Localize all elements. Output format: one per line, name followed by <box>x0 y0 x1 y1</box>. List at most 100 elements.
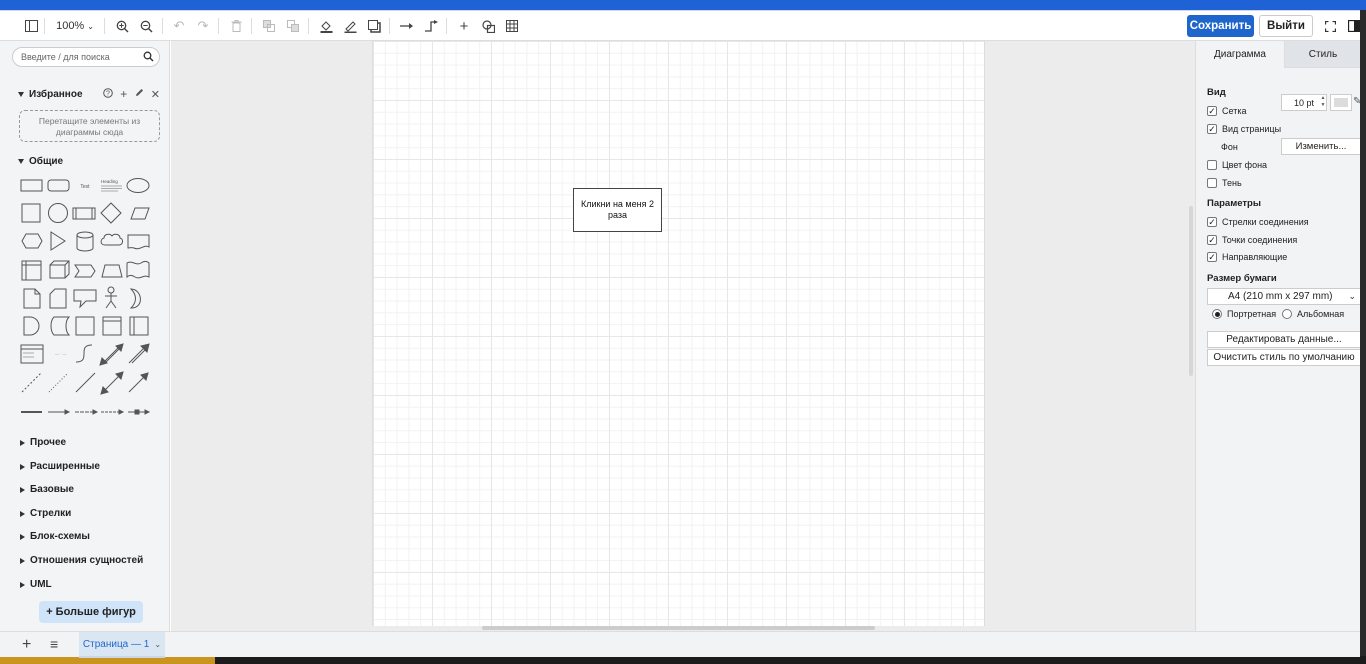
shadow-option[interactable]: Тень <box>1207 178 1242 188</box>
shape-connector-with-label[interactable] <box>48 409 71 415</box>
section-uml[interactable]: UML <box>20 579 52 590</box>
page-tab[interactable]: Страница — 1 ⌄ <box>79 632 165 658</box>
zoom-dropdown[interactable]: 100% ⌄ <box>52 16 98 36</box>
diagram-canvas[interactable]: Кликни на меня 2 раза <box>171 41 1195 631</box>
to-back-icon[interactable] <box>283 16 303 36</box>
page-view-checkbox[interactable]: ✓ <box>1207 124 1217 134</box>
portrait-option[interactable]: Портретная <box>1212 309 1276 319</box>
shape-connector-with-2-labels[interactable] <box>75 409 99 415</box>
shape-circle[interactable] <box>48 203 68 223</box>
background-change-button[interactable]: Изменить... <box>1281 138 1360 155</box>
shape-dashed-line[interactable] <box>21 372 42 393</box>
shape-tape[interactable] <box>126 261 150 279</box>
shape-hexagon[interactable] <box>21 233 43 249</box>
horizontal-scrollbar[interactable] <box>482 626 875 630</box>
shape-dotted-line[interactable] <box>48 372 69 393</box>
pencil-icon[interactable]: ✎ <box>1353 96 1360 107</box>
pages-menu-icon[interactable]: ≡ <box>50 636 58 652</box>
shape-bidirectional-connector[interactable] <box>100 371 124 395</box>
to-front-icon[interactable] <box>259 16 279 36</box>
shape-note[interactable] <box>23 288 41 309</box>
grid-size-spinner[interactable]: ▲ ▼ <box>1320 95 1326 110</box>
shape-rectangle[interactable] <box>20 179 43 192</box>
shape-card[interactable] <box>49 288 67 309</box>
shape-step[interactable] <box>74 264 96 278</box>
section-flowchart[interactable]: Блок-схемы <box>20 531 90 542</box>
shape-ellipse[interactable] <box>126 178 150 193</box>
tab-style[interactable]: Стиль <box>1284 41 1360 68</box>
guides-checkbox[interactable]: ✓ <box>1207 252 1217 262</box>
section-basic[interactable]: Базовые <box>20 484 74 495</box>
shape-list-item[interactable]: — · — <box>55 351 67 356</box>
shape-parallelogram[interactable] <box>130 207 150 220</box>
line-color-icon[interactable] <box>340 16 360 36</box>
favorites-header[interactable]: Избранное <box>18 89 83 100</box>
shape-bidirectional-arrow[interactable] <box>99 343 124 366</box>
add-page-icon[interactable]: + <box>22 636 31 654</box>
shape-or[interactable] <box>129 288 141 309</box>
bg-color-checkbox[interactable] <box>1207 160 1217 170</box>
diagram-shape-box[interactable]: Кликни на меня 2 раза <box>573 188 662 232</box>
shape-directional-connector[interactable] <box>128 372 149 393</box>
fill-color-icon[interactable] <box>316 16 336 36</box>
paper-size-select[interactable]: A4 (210 mm x 297 mm) ⌄ <box>1207 288 1360 305</box>
general-header[interactable]: Общие <box>18 156 63 167</box>
shape-container[interactable] <box>75 316 95 336</box>
section-advanced[interactable]: Расширенные <box>20 461 100 472</box>
delete-icon[interactable] <box>226 16 246 36</box>
connection-arrow-icon[interactable] <box>397 16 417 36</box>
diagram-page[interactable]: Кликни на меня 2 раза <box>372 41 985 626</box>
add-icon[interactable]: + <box>120 87 127 101</box>
shape-process[interactable] <box>72 207 96 220</box>
clear-default-style-button[interactable]: Очистить стиль по умолчанию <box>1207 349 1360 366</box>
edit-data-button[interactable]: Редактировать данные... <box>1207 331 1360 348</box>
fullscreen-icon[interactable] <box>1320 16 1340 36</box>
shape-cloud[interactable] <box>100 233 123 246</box>
shape-connector-with-3-labels[interactable] <box>101 409 125 415</box>
search-icon[interactable] <box>143 51 154 65</box>
shape-swimlane-vertical[interactable] <box>129 316 149 336</box>
shadow-icon[interactable] <box>364 16 384 36</box>
grid-option[interactable]: ✓ Сетка <box>1207 106 1246 116</box>
search-input[interactable] <box>21 50 141 64</box>
shape-rounded-rectangle[interactable] <box>47 179 70 192</box>
connection-arrows-checkbox[interactable]: ✓ <box>1207 217 1217 227</box>
shape-internal-storage[interactable] <box>21 260 42 281</box>
shape-square[interactable] <box>21 203 41 223</box>
shapes-icon[interactable] <box>478 16 498 36</box>
landscape-radio[interactable] <box>1282 309 1292 319</box>
section-arrows[interactable]: Стрелки <box>20 508 71 519</box>
shape-connector-with-symbol[interactable] <box>128 409 151 415</box>
section-other[interactable]: Прочее <box>20 437 66 448</box>
zoom-out-icon[interactable] <box>136 16 156 36</box>
tab-diagram[interactable]: Диаграмма <box>1196 41 1284 68</box>
guides-option[interactable]: ✓ Направляющие <box>1207 252 1287 262</box>
exit-button[interactable]: Выйти <box>1259 15 1313 37</box>
shape-cylinder[interactable] <box>76 231 94 252</box>
shape-list[interactable] <box>20 344 44 364</box>
grid-checkbox[interactable]: ✓ <box>1207 106 1217 116</box>
shape-curve[interactable] <box>75 344 93 363</box>
more-shapes-button[interactable]: + Больше фигур <box>39 601 143 623</box>
landscape-option[interactable]: Альбомная <box>1282 309 1344 319</box>
shape-textbox[interactable]: Heading <box>101 179 122 192</box>
toggle-sidebar-icon[interactable] <box>21 16 41 36</box>
help-icon[interactable]: ? <box>103 87 113 101</box>
shape-line[interactable] <box>75 372 96 393</box>
vertical-scrollbar[interactable] <box>1189 206 1193 376</box>
connection-arrows-option[interactable]: ✓ Стрелки соединения <box>1207 217 1309 227</box>
page-view-option[interactable]: ✓ Вид страницы <box>1207 124 1281 134</box>
shape-swimlane-horizontal[interactable] <box>102 316 122 336</box>
redo-icon[interactable]: ↷ <box>193 16 213 36</box>
shape-text[interactable]: Text <box>80 184 90 190</box>
shape-cube[interactable] <box>49 260 70 279</box>
shape-stored-data[interactable] <box>50 316 71 336</box>
waypoints-icon[interactable] <box>421 16 441 36</box>
undo-icon[interactable]: ↶ <box>169 16 189 36</box>
shape-triangle[interactable] <box>50 231 66 251</box>
shape-actor[interactable] <box>105 286 117 309</box>
shape-document[interactable] <box>127 234 150 250</box>
zoom-in-icon[interactable] <box>112 16 132 36</box>
close-icon[interactable]: ✕ <box>151 88 160 101</box>
connection-points-option[interactable]: ✓ Точки соединения <box>1207 235 1297 245</box>
